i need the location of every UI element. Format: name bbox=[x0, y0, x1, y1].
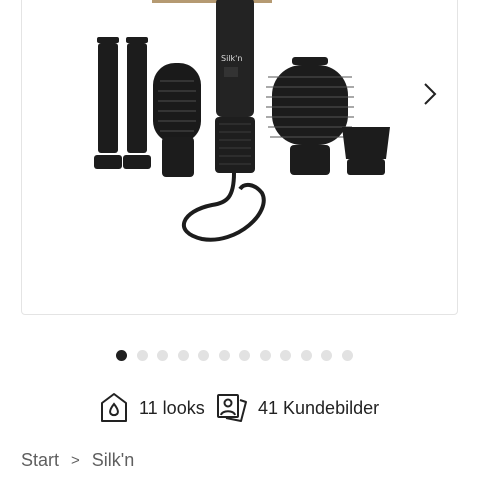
gallery-dot[interactable] bbox=[198, 350, 209, 361]
curling-barrel-2 bbox=[123, 37, 151, 169]
looks-label: 11 looks bbox=[139, 397, 205, 418]
paddle-brush bbox=[153, 63, 201, 177]
photo-stack-icon bbox=[217, 394, 247, 422]
product-gallery[interactable]: Silk'n bbox=[21, 0, 458, 315]
concentrator-nozzle bbox=[342, 127, 390, 175]
looks-link[interactable]: 11 looks bbox=[99, 390, 205, 426]
gallery-dot[interactable] bbox=[280, 350, 291, 361]
house-drop-icon bbox=[101, 393, 127, 422]
gallery-dot[interactable] bbox=[136, 350, 148, 361]
gallery-dot[interactable] bbox=[116, 350, 127, 361]
curling-barrel-1 bbox=[94, 37, 122, 169]
svg-text:Silk'n: Silk'n bbox=[221, 54, 242, 63]
breadcrumb-silkn[interactable]: Silk'n bbox=[92, 450, 134, 471]
customer-images-link[interactable]: 41 Kundebilder bbox=[216, 390, 379, 426]
gallery-dot[interactable] bbox=[300, 350, 312, 361]
gallery-dot[interactable] bbox=[259, 350, 271, 361]
customer-images-label: 41 Kundebilder bbox=[258, 397, 380, 418]
gallery-dot[interactable] bbox=[157, 350, 168, 361]
breadcrumb-separator: > bbox=[71, 452, 80, 469]
next-image-button[interactable] bbox=[415, 79, 445, 109]
gallery-dot[interactable] bbox=[341, 350, 353, 361]
gallery-dot[interactable] bbox=[239, 350, 250, 361]
breadcrumb-start[interactable]: Start bbox=[21, 450, 59, 471]
gallery-dot[interactable] bbox=[321, 350, 332, 361]
round-brush bbox=[266, 57, 354, 175]
gallery-dot[interactable] bbox=[177, 350, 189, 361]
product-image: Silk'n bbox=[94, 0, 390, 242]
gallery-pagination-dots bbox=[116, 350, 353, 362]
chevron-right-icon bbox=[424, 83, 437, 105]
breadcrumb: Start > Silk'n bbox=[21, 450, 134, 471]
gallery-dot[interactable] bbox=[218, 350, 230, 361]
info-row: 11 looks 41 Kundebilder bbox=[0, 390, 480, 430]
